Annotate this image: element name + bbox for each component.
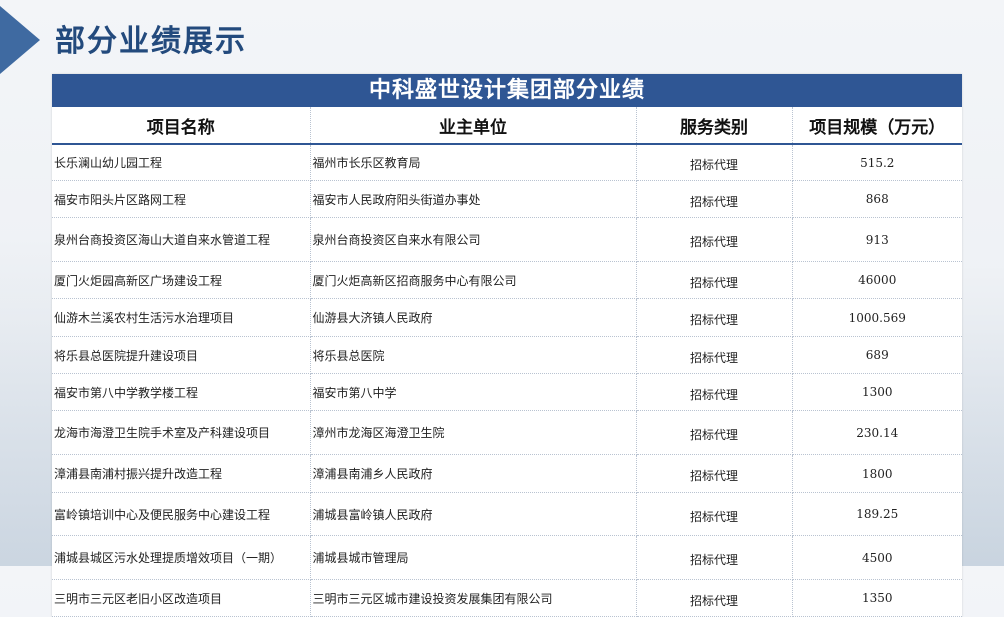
cell-owner: 漳州市龙海区海澄卫生院: [310, 410, 637, 455]
performance-table: 中科盛世设计集团部分业绩 项目名称 业主单位 服务类别 项目规模（万元） 长乐澜…: [52, 74, 962, 617]
column-header-owner: 业主单位: [310, 107, 637, 145]
cell-project-scale: 189.25: [792, 492, 962, 536]
cell-service-type: 招标代理: [636, 410, 793, 455]
table-row: 福安市第八中学教学楼工程 福安市第八中学 招标代理 1300: [52, 373, 962, 411]
cell-project-scale: 1800: [792, 454, 962, 493]
cell-project-name: 龙海市海澄卫生院手术室及产科建设项目: [52, 410, 311, 455]
cell-project-name: 浦城县城区污水处理提质增效项目（一期）: [52, 535, 311, 580]
cell-project-scale: 46000: [792, 261, 962, 299]
slide-title: 部分业绩展示: [55, 24, 247, 59]
table-row: 长乐澜山幼儿园工程 福州市长乐区教育局 招标代理 515.2: [52, 144, 962, 181]
cell-owner: 漳浦县南浦乡人民政府: [310, 454, 637, 493]
cell-service-type: 招标代理: [636, 373, 793, 411]
cell-service-type: 招标代理: [636, 579, 793, 617]
table-row: 浦城县城区污水处理提质增效项目（一期） 浦城县城市管理局 招标代理 4500: [52, 535, 962, 580]
cell-owner: 将乐县总医院: [310, 336, 637, 374]
cell-project-name: 三明市三元区老旧小区改造项目: [52, 579, 311, 617]
table-row: 厦门火炬园高新区广场建设工程 厦门火炬高新区招商服务中心有限公司 招标代理 46…: [52, 261, 962, 299]
cell-project-name: 长乐澜山幼儿园工程: [52, 144, 311, 181]
cell-project-scale: 1350: [792, 579, 962, 617]
cell-service-type: 招标代理: [636, 492, 793, 536]
cell-owner: 福安市第八中学: [310, 373, 637, 411]
cell-owner: 厦门火炬高新区招商服务中心有限公司: [310, 261, 637, 299]
cell-owner: 浦城县城市管理局: [310, 535, 637, 580]
cell-project-name: 福安市第八中学教学楼工程: [52, 373, 311, 411]
cell-project-name: 将乐县总医院提升建设项目: [52, 336, 311, 374]
cell-service-type: 招标代理: [636, 261, 793, 299]
cell-project-scale: 689: [792, 336, 962, 374]
cell-project-scale: 913: [792, 217, 962, 262]
cell-project-scale: 1000.569: [792, 298, 962, 337]
cell-owner: 福州市长乐区教育局: [310, 144, 637, 181]
column-header-service-type: 服务类别: [636, 107, 793, 145]
table-row: 三明市三元区老旧小区改造项目 三明市三元区城市建设投资发展集团有限公司 招标代理…: [52, 579, 962, 617]
performance-grid: 项目名称 业主单位 服务类别 项目规模（万元） 长乐澜山幼儿园工程 福州市长乐区…: [52, 107, 962, 617]
table-row: 漳浦县南浦村振兴提升改造工程 漳浦县南浦乡人民政府 招标代理 1800: [52, 454, 962, 493]
cell-project-scale: 515.2: [792, 144, 962, 181]
table-row: 龙海市海澄卫生院手术室及产科建设项目 漳州市龙海区海澄卫生院 招标代理 230.…: [52, 410, 962, 455]
table-row: 泉州台商投资区海山大道自来水管道工程 泉州台商投资区自来水有限公司 招标代理 9…: [52, 217, 962, 262]
column-header-project-name: 项目名称: [52, 107, 311, 145]
cell-service-type: 招标代理: [636, 336, 793, 374]
corner-triangle-decoration: [0, 6, 40, 74]
cell-project-scale: 230.14: [792, 410, 962, 455]
table-header-row: 项目名称 业主单位 服务类别 项目规模（万元）: [52, 107, 962, 145]
table-row: 将乐县总医院提升建设项目 将乐县总医院 招标代理 689: [52, 336, 962, 374]
background-skyline-left: [0, 236, 60, 566]
cell-project-name: 仙游木兰溪农村生活污水治理项目: [52, 298, 311, 337]
cell-service-type: 招标代理: [636, 217, 793, 262]
cell-project-scale: 1300: [792, 373, 962, 411]
cell-service-type: 招标代理: [636, 144, 793, 181]
cell-service-type: 招标代理: [636, 535, 793, 580]
cell-owner: 浦城县富岭镇人民政府: [310, 492, 637, 536]
table-row: 富岭镇培训中心及便民服务中心建设工程 浦城县富岭镇人民政府 招标代理 189.2…: [52, 492, 962, 536]
cell-project-name: 漳浦县南浦村振兴提升改造工程: [52, 454, 311, 493]
cell-owner: 福安市人民政府阳头街道办事处: [310, 180, 637, 218]
cell-service-type: 招标代理: [636, 454, 793, 493]
cell-project-scale: 868: [792, 180, 962, 218]
cell-service-type: 招标代理: [636, 180, 793, 218]
cell-project-name: 福安市阳头片区路网工程: [52, 180, 311, 218]
table-row: 仙游木兰溪农村生活污水治理项目 仙游县大济镇人民政府 招标代理 1000.569: [52, 298, 962, 337]
cell-owner: 泉州台商投资区自来水有限公司: [310, 217, 637, 262]
cell-service-type: 招标代理: [636, 298, 793, 337]
cell-project-scale: 4500: [792, 535, 962, 580]
cell-owner: 三明市三元区城市建设投资发展集团有限公司: [310, 579, 637, 617]
cell-project-name: 富岭镇培训中心及便民服务中心建设工程: [52, 492, 311, 536]
table-row: 福安市阳头片区路网工程 福安市人民政府阳头街道办事处 招标代理 868: [52, 180, 962, 218]
column-header-project-scale: 项目规模（万元）: [792, 107, 962, 145]
table-title: 中科盛世设计集团部分业绩: [52, 74, 962, 107]
cell-project-name: 厦门火炬园高新区广场建设工程: [52, 261, 311, 299]
cell-project-name: 泉州台商投资区海山大道自来水管道工程: [52, 217, 311, 262]
cell-owner: 仙游县大济镇人民政府: [310, 298, 637, 337]
